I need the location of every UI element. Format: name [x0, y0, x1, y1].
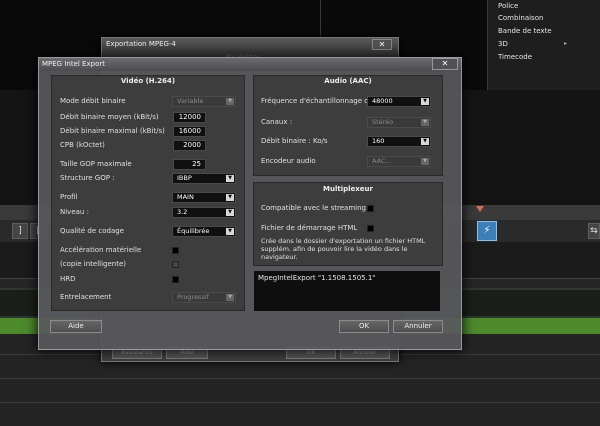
chevron-down-icon: ▼: [421, 98, 429, 105]
level-value: 3.2: [177, 208, 188, 216]
sample-rate-select[interactable]: 48000 ▼: [367, 96, 431, 107]
screen: Police Combinaison Bande de texte 3D ▸ T…: [0, 0, 600, 426]
export-log: MpegIntelExport "1.1508.1505.1": [253, 270, 441, 312]
chevron-down-icon: ▼: [421, 138, 429, 145]
streaming-label: Compatible avec le streaming: [261, 204, 366, 212]
mux-heading: Multiplexeur: [323, 185, 373, 193]
bitrate-mode-select: Variable ▼: [172, 96, 236, 107]
help-button[interactable]: Aide: [50, 320, 102, 333]
chevron-down-icon: ▼: [226, 175, 234, 182]
avg-bitrate-label: Débit binaire moyen (kBit/s): [60, 113, 159, 121]
quality-select[interactable]: Équilibrée ▼: [172, 226, 236, 237]
mpeg-intel-export-dialog: MPEG Intel Export ✕ Vidéo (H.264) Mode d…: [38, 57, 462, 350]
dialog-title: Exportation MPEG-4: [106, 40, 176, 48]
video-clip[interactable]: [0, 290, 40, 316]
track-divider: [0, 402, 600, 403]
dialog-title: MPEG Intel Export: [42, 60, 105, 68]
html-description: Crée dans le dossier d'exportation un fi…: [261, 237, 426, 261]
menu-item-police[interactable]: Police: [498, 2, 518, 10]
chevron-down-icon: ▼: [226, 209, 234, 216]
bitrate-mode-label: Mode débit binaire: [60, 97, 126, 105]
sample-rate-label: Fréquence d'échantillonnage dan:: [261, 97, 380, 105]
audio-bitrate-label: Débit binaire : Ko/s: [261, 137, 328, 145]
max-bitrate-label: Débit binaire maximal (kBit/s): [60, 127, 165, 135]
avg-bitrate-input[interactable]: 12000: [173, 112, 206, 123]
close-button[interactable]: ✕: [432, 58, 458, 70]
quality-value: Équilibrée: [177, 227, 210, 235]
channels-select: Stéréo ▼: [367, 117, 431, 128]
interlace-value: Progressif: [177, 293, 209, 301]
profile-select[interactable]: MAIN ▼: [172, 192, 236, 203]
hrd-checkbox[interactable]: [172, 276, 179, 283]
profile-label: Profil: [60, 193, 78, 201]
html-start-label: Fichier de démarrage HTML: [261, 224, 358, 232]
gop-size-label: Taille GOP maximale: [60, 160, 132, 168]
level-select[interactable]: 3.2 ▼: [172, 207, 236, 218]
video-clip[interactable]: [462, 290, 600, 316]
menu-item-bande-texte[interactable]: Bande de texte: [498, 27, 552, 35]
cpb-input[interactable]: 2000: [173, 140, 206, 151]
video-heading: Vidéo (H.264): [120, 77, 176, 85]
level-label: Niveau :: [60, 208, 89, 216]
gop-structure-select[interactable]: IBBP ▼: [172, 173, 236, 184]
channels-value: Stéréo: [372, 118, 394, 126]
title-bar[interactable]: MPEG Intel Export ✕: [39, 58, 461, 71]
audio-heading: Audio (AAC): [324, 77, 372, 85]
bitrate-mode-value: Variable: [177, 97, 204, 105]
channels-label: Canaux :: [261, 118, 293, 126]
submenu-arrow-icon: ▸: [564, 40, 568, 47]
cpb-label: CPB (kOctet): [60, 141, 105, 149]
mark-out-button[interactable]: ]: [12, 223, 28, 239]
max-bitrate-input[interactable]: 16000: [173, 126, 206, 137]
gop-structure-label: Structure GOP :: [60, 174, 115, 182]
playhead-marker-icon[interactable]: [476, 206, 484, 212]
interlace-label: Entrelacement: [60, 293, 112, 301]
hrd-label: HRD: [60, 275, 76, 283]
ok-button[interactable]: OK: [339, 320, 389, 333]
audio-bitrate-value: 160: [372, 137, 385, 145]
cancel-button[interactable]: Annuler: [393, 320, 443, 333]
menu-item-combinaison[interactable]: Combinaison: [498, 14, 543, 22]
profile-value: MAIN: [177, 193, 194, 201]
swap-tool-button[interactable]: ⇆: [588, 223, 600, 239]
snap-button[interactable]: ⚡: [477, 221, 497, 241]
gop-structure-value: IBBP: [177, 174, 192, 182]
html-start-checkbox[interactable]: [367, 225, 374, 232]
gop-size-input[interactable]: 25: [173, 159, 206, 170]
chevron-down-icon: ▼: [226, 194, 234, 201]
interlace-select: Progressif ▼: [172, 292, 236, 303]
hw-accel-checkbox[interactable]: [172, 247, 179, 254]
chevron-down-icon: ▼: [421, 158, 429, 165]
sample-rate-value: 48000: [372, 97, 393, 105]
streaming-checkbox[interactable]: [367, 205, 374, 212]
chevron-down-icon: ▼: [226, 228, 234, 235]
audio-encoder-value: AAC...: [372, 157, 392, 165]
title-bar[interactable]: Exportation MPEG-4 ✕: [102, 38, 398, 52]
chevron-down-icon: ▼: [226, 98, 234, 105]
menu-item-timecode[interactable]: Timecode: [498, 53, 532, 61]
smart-copy-checkbox[interactable]: [172, 261, 179, 268]
chevron-down-icon: ▼: [226, 294, 234, 301]
chevron-down-icon: ▼: [421, 119, 429, 126]
context-menu: Police Combinaison Bande de texte 3D ▸ T…: [487, 0, 600, 100]
audio-bitrate-select[interactable]: 160 ▼: [367, 136, 431, 147]
track-divider: [0, 378, 600, 379]
hw-accel-label: Accélération matérielle: [60, 246, 142, 254]
audio-encoder-label: Encodeur audio: [261, 157, 316, 165]
audio-encoder-select: AAC... ▼: [367, 156, 431, 167]
close-button[interactable]: ✕: [372, 39, 392, 50]
quality-label: Qualité de codage: [60, 227, 124, 235]
menu-item-3d[interactable]: 3D: [498, 40, 508, 48]
smart-copy-label: (copie intelligente): [60, 260, 127, 268]
